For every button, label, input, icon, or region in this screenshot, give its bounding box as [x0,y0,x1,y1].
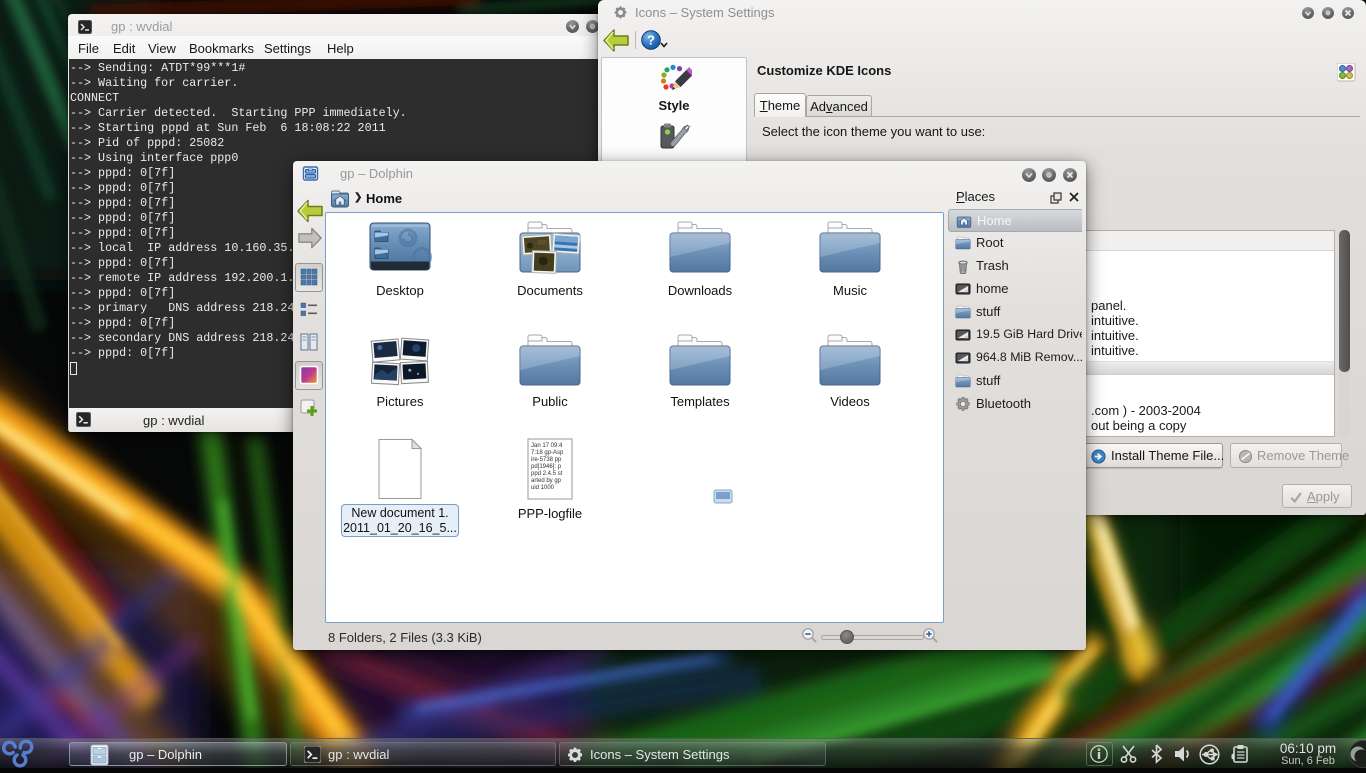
svg-text:7:18 gp-Asp: 7:18 gp-Asp [531,450,564,456]
svg-text:arted by gp: arted by gp [531,478,562,484]
svg-text:Jan 17 09:4: Jan 17 09:4 [531,443,563,449]
svg-text:pd[1946]: p: pd[1946]: p [531,464,562,470]
svg-text:uid 1000: uid 1000 [531,485,555,491]
svg-text:ire-5738 pp: ire-5738 pp [531,457,562,463]
svg-text:ppd 2.4.5 st: ppd 2.4.5 st [531,471,563,477]
svg-text:?: ? [647,33,655,48]
